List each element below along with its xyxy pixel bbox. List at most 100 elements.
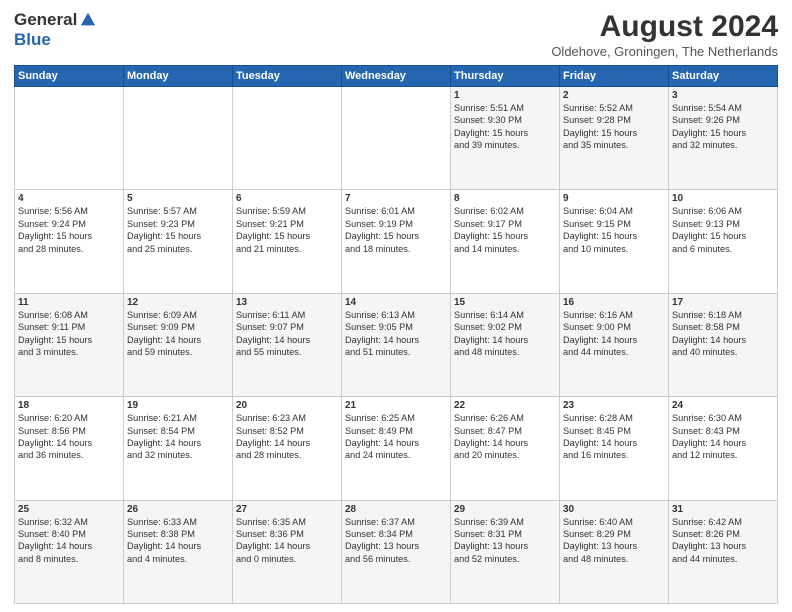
calendar-cell: 3Sunrise: 5:54 AM Sunset: 9:26 PM Daylig… xyxy=(669,87,778,190)
day-info: Sunrise: 6:06 AM Sunset: 9:13 PM Dayligh… xyxy=(672,205,774,255)
day-info: Sunrise: 6:39 AM Sunset: 8:31 PM Dayligh… xyxy=(454,516,556,566)
calendar-cell: 20Sunrise: 6:23 AM Sunset: 8:52 PM Dayli… xyxy=(233,397,342,500)
day-info: Sunrise: 6:20 AM Sunset: 8:56 PM Dayligh… xyxy=(18,412,120,462)
calendar-cell: 24Sunrise: 6:30 AM Sunset: 8:43 PM Dayli… xyxy=(669,397,778,500)
day-info: Sunrise: 5:56 AM Sunset: 9:24 PM Dayligh… xyxy=(18,205,120,255)
calendar-cell: 2Sunrise: 5:52 AM Sunset: 9:28 PM Daylig… xyxy=(560,87,669,190)
header-monday: Monday xyxy=(124,66,233,87)
calendar-cell xyxy=(233,87,342,190)
day-info: Sunrise: 6:13 AM Sunset: 9:05 PM Dayligh… xyxy=(345,309,447,359)
day-info: Sunrise: 6:42 AM Sunset: 8:26 PM Dayligh… xyxy=(672,516,774,566)
calendar-cell xyxy=(15,87,124,190)
day-info: Sunrise: 6:08 AM Sunset: 9:11 PM Dayligh… xyxy=(18,309,120,359)
calendar-cell: 19Sunrise: 6:21 AM Sunset: 8:54 PM Dayli… xyxy=(124,397,233,500)
header-sunday: Sunday xyxy=(15,66,124,87)
day-info: Sunrise: 6:09 AM Sunset: 9:09 PM Dayligh… xyxy=(127,309,229,359)
day-number: 8 xyxy=(454,193,556,204)
calendar-row-1: 4Sunrise: 5:56 AM Sunset: 9:24 PM Daylig… xyxy=(15,190,778,293)
calendar-cell: 13Sunrise: 6:11 AM Sunset: 9:07 PM Dayli… xyxy=(233,293,342,396)
calendar-cell: 18Sunrise: 6:20 AM Sunset: 8:56 PM Dayli… xyxy=(15,397,124,500)
calendar-cell: 27Sunrise: 6:35 AM Sunset: 8:36 PM Dayli… xyxy=(233,500,342,603)
day-number: 9 xyxy=(563,193,665,204)
location-title: Oldehove, Groningen, The Netherlands xyxy=(551,44,778,59)
calendar-row-0: 1Sunrise: 5:51 AM Sunset: 9:30 PM Daylig… xyxy=(15,87,778,190)
day-number: 29 xyxy=(454,504,556,515)
calendar-row-2: 11Sunrise: 6:08 AM Sunset: 9:11 PM Dayli… xyxy=(15,293,778,396)
day-number: 27 xyxy=(236,504,338,515)
day-info: Sunrise: 6:40 AM Sunset: 8:29 PM Dayligh… xyxy=(563,516,665,566)
calendar-cell xyxy=(342,87,451,190)
header-thursday: Thursday xyxy=(451,66,560,87)
day-info: Sunrise: 6:26 AM Sunset: 8:47 PM Dayligh… xyxy=(454,412,556,462)
day-number: 19 xyxy=(127,400,229,411)
calendar-cell: 31Sunrise: 6:42 AM Sunset: 8:26 PM Dayli… xyxy=(669,500,778,603)
calendar-cell: 17Sunrise: 6:18 AM Sunset: 8:58 PM Dayli… xyxy=(669,293,778,396)
calendar-cell: 7Sunrise: 6:01 AM Sunset: 9:19 PM Daylig… xyxy=(342,190,451,293)
day-info: Sunrise: 6:16 AM Sunset: 9:00 PM Dayligh… xyxy=(563,309,665,359)
header: General Blue August 2024 Oldehove, Groni… xyxy=(14,10,778,59)
day-number: 1 xyxy=(454,90,556,101)
calendar-header-row: Sunday Monday Tuesday Wednesday Thursday… xyxy=(15,66,778,87)
calendar-cell: 25Sunrise: 6:32 AM Sunset: 8:40 PM Dayli… xyxy=(15,500,124,603)
calendar-cell: 22Sunrise: 6:26 AM Sunset: 8:47 PM Dayli… xyxy=(451,397,560,500)
day-number: 26 xyxy=(127,504,229,515)
header-saturday: Saturday xyxy=(669,66,778,87)
calendar-cell: 5Sunrise: 5:57 AM Sunset: 9:23 PM Daylig… xyxy=(124,190,233,293)
day-number: 21 xyxy=(345,400,447,411)
day-number: 18 xyxy=(18,400,120,411)
header-wednesday: Wednesday xyxy=(342,66,451,87)
day-info: Sunrise: 6:18 AM Sunset: 8:58 PM Dayligh… xyxy=(672,309,774,359)
day-info: Sunrise: 6:33 AM Sunset: 8:38 PM Dayligh… xyxy=(127,516,229,566)
day-number: 17 xyxy=(672,297,774,308)
day-number: 10 xyxy=(672,193,774,204)
day-info: Sunrise: 6:37 AM Sunset: 8:34 PM Dayligh… xyxy=(345,516,447,566)
day-info: Sunrise: 6:01 AM Sunset: 9:19 PM Dayligh… xyxy=(345,205,447,255)
calendar-cell: 10Sunrise: 6:06 AM Sunset: 9:13 PM Dayli… xyxy=(669,190,778,293)
calendar-cell: 16Sunrise: 6:16 AM Sunset: 9:00 PM Dayli… xyxy=(560,293,669,396)
calendar-cell: 12Sunrise: 6:09 AM Sunset: 9:09 PM Dayli… xyxy=(124,293,233,396)
logo-general-text: General xyxy=(14,10,77,30)
day-info: Sunrise: 5:51 AM Sunset: 9:30 PM Dayligh… xyxy=(454,102,556,152)
calendar-cell: 29Sunrise: 6:39 AM Sunset: 8:31 PM Dayli… xyxy=(451,500,560,603)
logo-blue-text: Blue xyxy=(14,30,51,50)
day-number: 14 xyxy=(345,297,447,308)
calendar-cell: 26Sunrise: 6:33 AM Sunset: 8:38 PM Dayli… xyxy=(124,500,233,603)
calendar-cell: 4Sunrise: 5:56 AM Sunset: 9:24 PM Daylig… xyxy=(15,190,124,293)
day-info: Sunrise: 6:14 AM Sunset: 9:02 PM Dayligh… xyxy=(454,309,556,359)
day-info: Sunrise: 5:54 AM Sunset: 9:26 PM Dayligh… xyxy=(672,102,774,152)
calendar-cell: 11Sunrise: 6:08 AM Sunset: 9:11 PM Dayli… xyxy=(15,293,124,396)
logo-blue-label: Blue xyxy=(14,30,51,49)
calendar-cell: 9Sunrise: 6:04 AM Sunset: 9:15 PM Daylig… xyxy=(560,190,669,293)
day-number: 20 xyxy=(236,400,338,411)
logo: General xyxy=(14,10,97,30)
day-number: 23 xyxy=(563,400,665,411)
day-info: Sunrise: 6:11 AM Sunset: 9:07 PM Dayligh… xyxy=(236,309,338,359)
calendar-row-4: 25Sunrise: 6:32 AM Sunset: 8:40 PM Dayli… xyxy=(15,500,778,603)
day-info: Sunrise: 6:28 AM Sunset: 8:45 PM Dayligh… xyxy=(563,412,665,462)
day-number: 5 xyxy=(127,193,229,204)
calendar-cell: 8Sunrise: 6:02 AM Sunset: 9:17 PM Daylig… xyxy=(451,190,560,293)
day-info: Sunrise: 6:25 AM Sunset: 8:49 PM Dayligh… xyxy=(345,412,447,462)
day-number: 6 xyxy=(236,193,338,204)
day-number: 25 xyxy=(18,504,120,515)
day-number: 16 xyxy=(563,297,665,308)
day-number: 3 xyxy=(672,90,774,101)
day-number: 12 xyxy=(127,297,229,308)
day-info: Sunrise: 6:21 AM Sunset: 8:54 PM Dayligh… xyxy=(127,412,229,462)
day-info: Sunrise: 5:57 AM Sunset: 9:23 PM Dayligh… xyxy=(127,205,229,255)
day-number: 7 xyxy=(345,193,447,204)
day-info: Sunrise: 6:23 AM Sunset: 8:52 PM Dayligh… xyxy=(236,412,338,462)
day-number: 11 xyxy=(18,297,120,308)
day-info: Sunrise: 5:59 AM Sunset: 9:21 PM Dayligh… xyxy=(236,205,338,255)
title-area: August 2024 Oldehove, Groningen, The Net… xyxy=(551,10,778,59)
day-number: 28 xyxy=(345,504,447,515)
day-number: 30 xyxy=(563,504,665,515)
page: General Blue August 2024 Oldehove, Groni… xyxy=(0,0,792,612)
calendar-cell: 6Sunrise: 5:59 AM Sunset: 9:21 PM Daylig… xyxy=(233,190,342,293)
header-friday: Friday xyxy=(560,66,669,87)
calendar-cell: 23Sunrise: 6:28 AM Sunset: 8:45 PM Dayli… xyxy=(560,397,669,500)
calendar-table: Sunday Monday Tuesday Wednesday Thursday… xyxy=(14,65,778,604)
day-info: Sunrise: 5:52 AM Sunset: 9:28 PM Dayligh… xyxy=(563,102,665,152)
logo-icon xyxy=(79,11,97,29)
day-number: 15 xyxy=(454,297,556,308)
